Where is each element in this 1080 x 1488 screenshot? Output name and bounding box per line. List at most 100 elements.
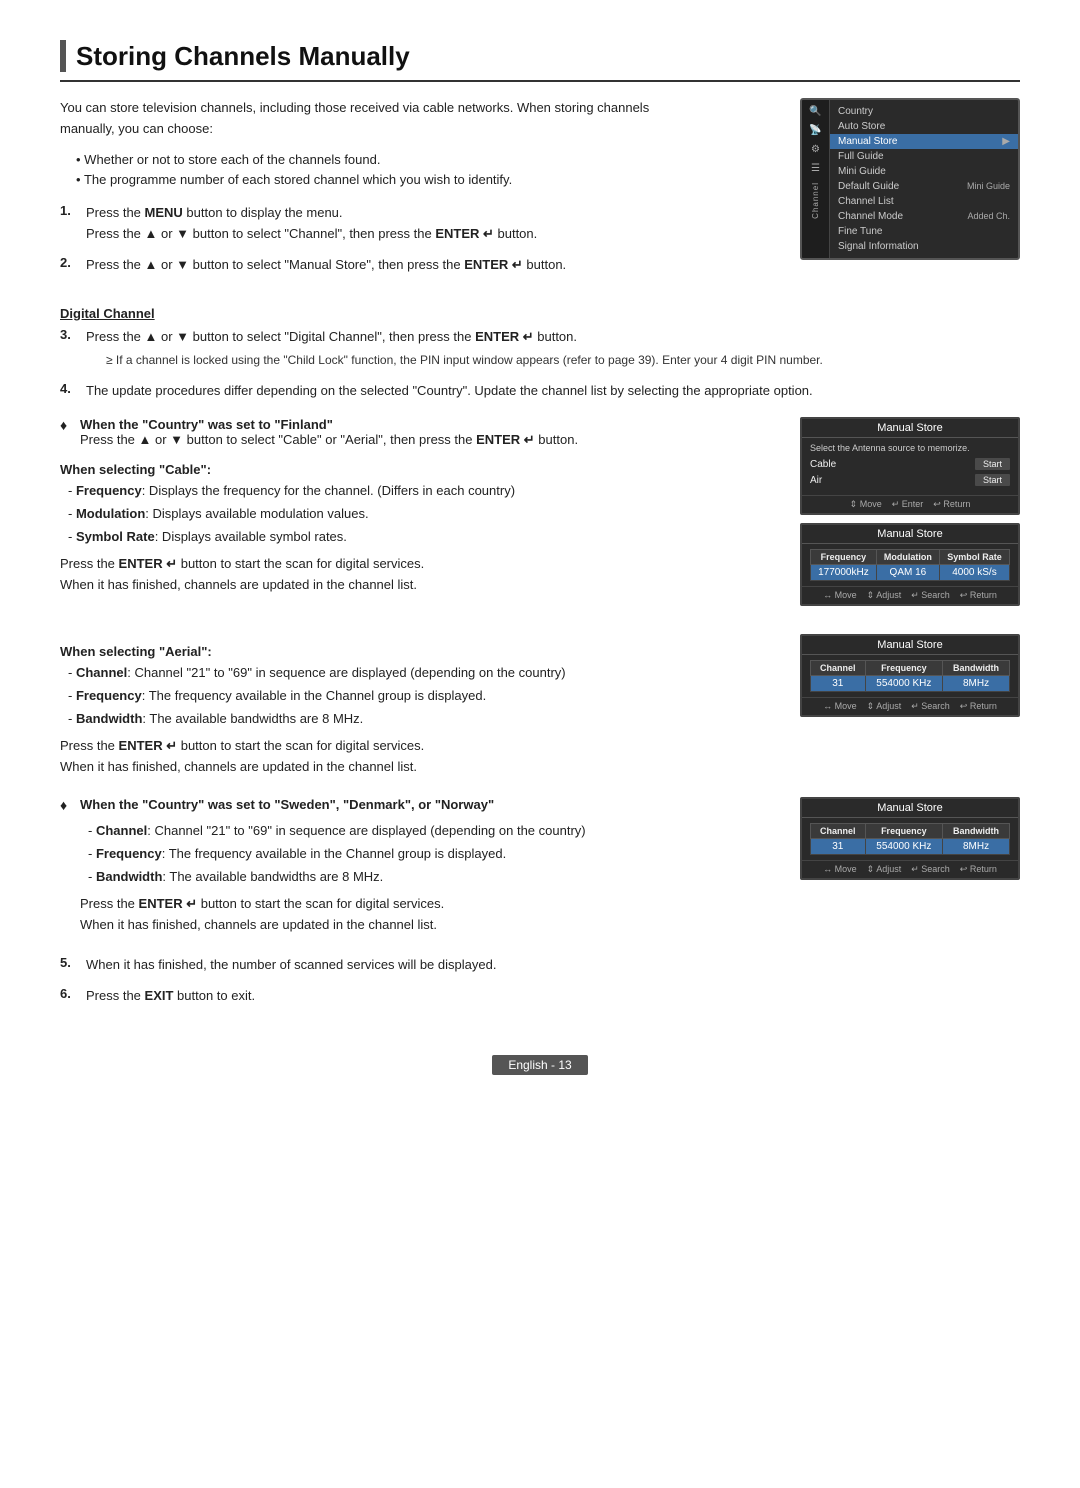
sweden-item-channel: Channel: Channel "21" to "69" in sequenc… [88,821,780,842]
ms4-title: Manual Store [802,799,1018,818]
step-3-content: Press the ▲ or ▼ button to select "Digit… [86,327,823,371]
bullet-2: The programme number of each stored chan… [76,170,780,191]
manual-store-screen-4: Manual Store Channel Frequency Bandwidth… [800,797,1020,880]
sweden-item-frequency: Frequency: The frequency available in th… [88,844,780,865]
ms2-footer: ↔ Move ⇕ Adjust ↵ Search ↩ Return [802,586,1018,604]
ms3-move: ↔ Move [823,701,857,712]
ms3-return: ↩ Return [960,701,997,712]
cable-section: When selecting "Cable": Frequency: Displ… [60,462,780,595]
ms2-body: Frequency Modulation Symbol Rate 177000k… [802,544,1018,586]
ms1-air-label: Air [810,475,822,486]
channel-menu-screenshot: 🔍 📡 ⚙ ☰ Channel Country Auto Store Manua… [800,98,1020,270]
step-6: 6. Press the EXIT button to exit. [60,986,1020,1007]
ms4-col-freq: Frequency [865,824,943,839]
step-6-content: Press the EXIT button to exit. [86,986,255,1007]
finland-section: ♦ When the "Country" was set to "Finland… [60,417,1020,614]
ms2-title: Manual Store [802,525,1018,544]
step-6-num: 6. [60,986,78,1007]
digital-channel-section: Digital Channel 3. Press the ▲ or ▼ butt… [60,306,1020,402]
step-5-content: When it has finished, the number of scan… [86,955,496,976]
aerial-section: When selecting "Aerial": Channel: Channe… [60,634,1020,777]
step-3: 3. Press the ▲ or ▼ button to select "Di… [60,327,1020,371]
ms1-cable-btn[interactable]: Start [975,458,1010,470]
footer-badge: English - 13 [492,1055,587,1075]
menu-item-mini-guide: Mini Guide [830,164,1018,179]
tv-menu-container: 🔍 📡 ⚙ ☰ Channel Country Auto Store Manua… [802,100,1018,258]
page-footer: English - 13 [60,1047,1020,1075]
ms4-search: ↵ Search [911,864,950,875]
tv-channel-menu: 🔍 📡 ⚙ ☰ Channel Country Auto Store Manua… [800,98,1020,260]
step-5-num: 5. [60,955,78,976]
ms2-adjust: ⇕ Adjust [867,590,902,601]
menu-item-country: Country [830,104,1018,119]
ms3-col-ch: Channel [811,661,866,676]
ms3-col-freq: Frequency [865,661,943,676]
menu-item-full-guide: Full Guide [830,149,1018,164]
title-bar-decoration [60,40,66,72]
aerial-item-bandwidth: Bandwidth: The available bandwidths are … [68,709,780,730]
cable-heading: When selecting "Cable": [60,462,780,477]
ms1-row-cable: Cable Start [810,458,1010,470]
aerial-item-channel: Channel: Channel "21" to "69" in sequenc… [68,663,780,684]
menu-item-signal-info: Signal Information [830,239,1018,254]
step-1-num: 1. [60,203,78,245]
sweden-heading-content: When the "Country" was set to "Sweden", … [80,797,494,813]
bullet-1: Whether or not to store each of the chan… [76,150,780,171]
ms1-body: Select the Antenna source to memorize. C… [802,438,1018,495]
aerial-text2: When it has finished, channels are updat… [60,757,780,778]
ms3-val-bw: 8MHz [943,676,1010,692]
menu-item-fine-tune: Fine Tune [830,224,1018,239]
ms2-return: ↩ Return [960,590,997,601]
ms2-val-sr: 4000 kS/s [939,565,1009,581]
sweden-diamond-item: ♦ When the "Country" was set to "Sweden"… [60,797,780,813]
ms1-row-air: Air Start [810,474,1010,486]
step-3-num: 3. [60,327,78,371]
ms4-val-bw: 8MHz [943,839,1010,855]
ms1-cable-label: Cable [810,459,836,470]
diamond-icon-finland: ♦ [60,417,74,448]
ms2-col-freq: Frequency [811,550,877,565]
aerial-right: Manual Store Channel Frequency Bandwidth… [800,634,1020,725]
step-4: 4. The update procedures differ dependin… [60,381,1020,402]
ms4-body: Channel Frequency Bandwidth 31 554000 KH… [802,818,1018,860]
step-2: 2. Press the ▲ or ▼ button to select "Ma… [60,255,780,276]
antenna-icon: 📡 [809,125,821,136]
intro-paragraph: You can store television channels, inclu… [60,98,680,140]
ms1-air-btn[interactable]: Start [975,474,1010,486]
tv-sidebar: 🔍 📡 ⚙ ☰ Channel [802,100,830,258]
ms1-footer: ⇕ Move ↵ Enter ↩ Return [802,495,1018,513]
step-2-num: 2. [60,255,78,276]
step-3-note: ≥ If a channel is locked using the "Chil… [106,351,823,370]
finland-heading: When the "Country" was set to "Finland" [80,417,333,432]
aerial-text1: Press the ENTER ↵ button to start the sc… [60,736,780,757]
aerial-left: When selecting "Aerial": Channel: Channe… [60,634,780,777]
step-4-content: The update procedures differ depending o… [86,381,813,402]
sweden-text1: Press the ENTER ↵ button to start the sc… [80,894,780,915]
search-icon: 🔍 [809,106,821,117]
ms4-move: ↔ Move [823,864,857,875]
ms4-table: Channel Frequency Bandwidth 31 554000 KH… [810,823,1010,855]
manual-store-screen-1: Manual Store Select the Antenna source t… [800,417,1020,515]
ms3-table: Channel Frequency Bandwidth 31 554000 KH… [810,660,1010,692]
ms4-return: ↩ Return [960,864,997,875]
ms4-col-ch: Channel [811,824,866,839]
intro-section: You can store television channels, inclu… [60,98,1020,286]
step-1-content: Press the MENU button to display the men… [86,203,537,245]
ms4-val-ch: 31 [811,839,866,855]
title-container: Storing Channels Manually [60,40,1020,82]
ms2-table: Frequency Modulation Symbol Rate 177000k… [810,549,1010,581]
ms2-col-mod: Modulation [876,550,939,565]
finland-right: Manual Store Select the Antenna source t… [800,417,1020,614]
final-steps: 5. When it has finished, the number of s… [60,955,1020,1007]
ms3-val-freq: 554000 KHz [865,676,943,692]
finland-text: Press the ▲ or ▼ button to select "Cable… [80,432,578,447]
menu-item-auto-store: Auto Store [830,119,1018,134]
sweden-section: ♦ When the "Country" was set to "Sweden"… [60,797,1020,935]
intro-bullets: Whether or not to store each of the chan… [76,150,780,192]
finland-left: ♦ When the "Country" was set to "Finland… [60,417,780,595]
ms1-title: Manual Store [802,419,1018,438]
manual-store-screen-3: Manual Store Channel Frequency Bandwidth… [800,634,1020,717]
ms4-footer: ↔ Move ⇕ Adjust ↵ Search ↩ Return [802,860,1018,878]
list-icon: ☰ [811,163,820,174]
sweden-content: Channel: Channel "21" to "69" in sequenc… [80,821,780,935]
